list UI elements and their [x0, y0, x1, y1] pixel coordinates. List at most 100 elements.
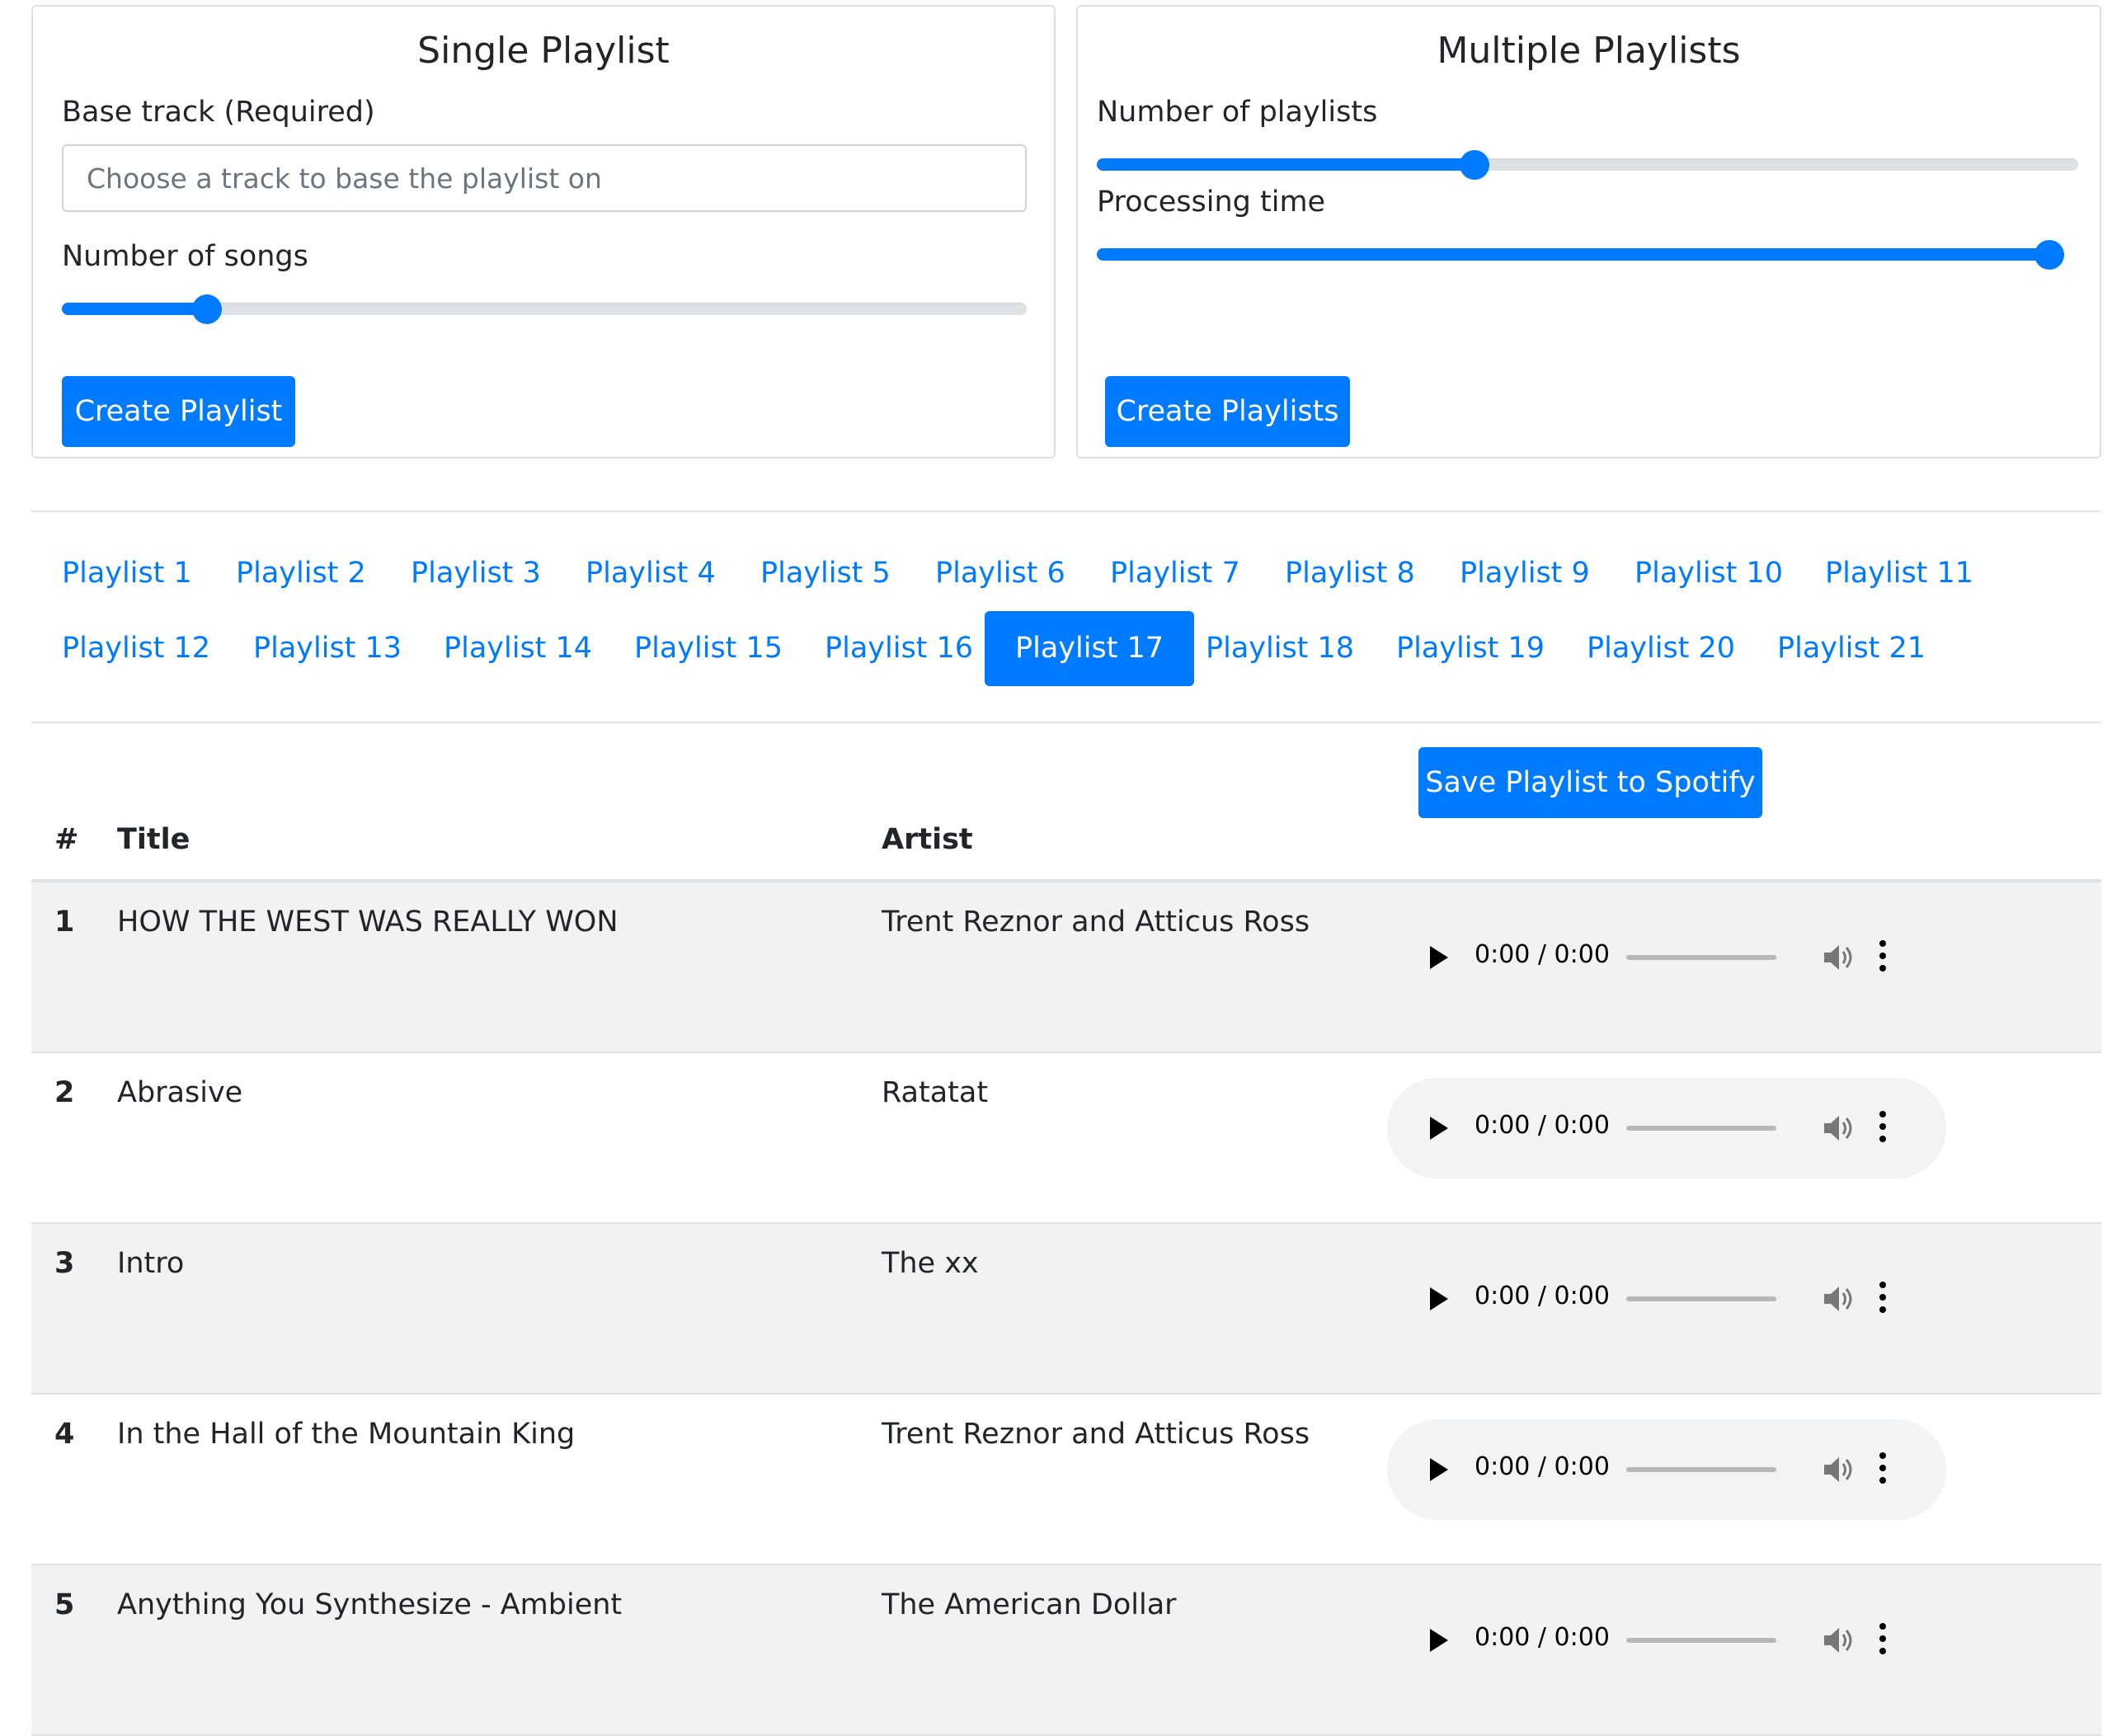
- tab-playlist-9[interactable]: Playlist 9: [1429, 536, 1620, 611]
- multiple-playlists-card: Multiple Playlists Number of playlists P…: [1076, 5, 2101, 459]
- volume-icon[interactable]: [1823, 1454, 1856, 1485]
- tab-playlist-18[interactable]: Playlist 18: [1175, 611, 1385, 686]
- row-player-cell: 0:00 / 0:00: [1387, 881, 2101, 1053]
- row-player-cell: 0:00 / 0:00: [1387, 1564, 2101, 1736]
- audio-time: 0:00 / 0:00: [1475, 1282, 1610, 1310]
- row-title: Anything You Synthesize - Ambient: [117, 1564, 882, 1736]
- row-number: 4: [31, 1394, 117, 1565]
- play-icon[interactable]: [1430, 1458, 1448, 1481]
- header-num: #: [31, 742, 117, 882]
- num-songs-slider[interactable]: [62, 293, 1027, 326]
- audio-player: 0:00 / 0:00: [1387, 1590, 1946, 1691]
- tab-playlist-5[interactable]: Playlist 5: [730, 536, 921, 611]
- audio-progress-bar[interactable]: [1626, 1638, 1776, 1643]
- table-header-row: # Title Artist: [31, 742, 2101, 882]
- tab-playlist-13[interactable]: Playlist 13: [223, 611, 432, 686]
- tab-playlist-19[interactable]: Playlist 19: [1366, 611, 1575, 686]
- tab-playlist-17[interactable]: Playlist 17: [985, 611, 1195, 686]
- volume-icon[interactable]: [1823, 1625, 1856, 1656]
- row-title: In the Hall of the Mountain King: [117, 1394, 882, 1565]
- play-icon[interactable]: [1430, 946, 1448, 969]
- tab-playlist-8[interactable]: Playlist 8: [1254, 536, 1446, 611]
- tab-playlist-11[interactable]: Playlist 11: [1794, 536, 2004, 611]
- processing-time-slider-thumb[interactable]: [2034, 240, 2064, 270]
- play-icon[interactable]: [1430, 1629, 1448, 1652]
- row-title: Intro: [117, 1223, 882, 1395]
- row-number: 1: [31, 881, 117, 1053]
- multiple-playlists-title: Multiple Playlists: [1437, 30, 1741, 72]
- tab-playlist-21[interactable]: Playlist 21: [1747, 611, 1956, 686]
- more-options-icon[interactable]: [1878, 1623, 1888, 1658]
- create-playlist-button[interactable]: Create Playlist: [62, 376, 295, 447]
- audio-time: 0:00 / 0:00: [1475, 1452, 1610, 1481]
- num-playlists-slider-thumb[interactable]: [1460, 150, 1489, 180]
- play-icon[interactable]: [1430, 1117, 1448, 1140]
- audio-player: 0:00 / 0:00: [1387, 1078, 1946, 1179]
- row-title: HOW THE WEST WAS REALLY WON: [117, 881, 882, 1053]
- row-artist: Trent Reznor and Atticus Ross: [882, 881, 1387, 1053]
- tab-playlist-20[interactable]: Playlist 20: [1556, 611, 1766, 686]
- row-artist: Trent Reznor and Atticus Ross: [882, 1394, 1387, 1565]
- num-playlists-slider-fill: [1097, 158, 1475, 171]
- divider-top: [31, 510, 2101, 512]
- create-playlists-button[interactable]: Create Playlists: [1105, 376, 1350, 447]
- row-number: 2: [31, 1052, 117, 1224]
- row-number: 3: [31, 1223, 117, 1395]
- base-track-label: Base track (Required): [62, 96, 375, 129]
- header-player: [1387, 742, 2101, 882]
- tab-playlist-1[interactable]: Playlist 1: [31, 536, 223, 611]
- processing-time-slider[interactable]: [1097, 238, 2064, 271]
- num-playlists-slider[interactable]: [1097, 148, 2078, 181]
- audio-player: 0:00 / 0:00: [1387, 1419, 1946, 1520]
- num-playlists-label: Number of playlists: [1097, 96, 1378, 129]
- audio-progress-bar[interactable]: [1626, 1126, 1776, 1131]
- tab-playlist-6[interactable]: Playlist 6: [905, 536, 1096, 611]
- tab-playlist-4[interactable]: Playlist 4: [555, 536, 746, 611]
- tab-playlist-15[interactable]: Playlist 15: [604, 611, 813, 686]
- audio-time: 0:00 / 0:00: [1475, 1623, 1610, 1652]
- processing-time-label: Processing time: [1097, 186, 1326, 219]
- table-row: 1 HOW THE WEST WAS REALLY WON Trent Reznor…: [31, 881, 2101, 1053]
- tab-playlist-14[interactable]: Playlist 14: [413, 611, 623, 686]
- row-player-cell: 0:00 / 0:00: [1387, 1394, 2101, 1565]
- more-options-icon[interactable]: [1878, 940, 1888, 975]
- row-number: 5: [31, 1564, 117, 1736]
- header-artist: Artist: [882, 742, 1387, 882]
- table-row: 4 In the Hall of the Mountain King Trent R…: [31, 1394, 2101, 1565]
- volume-icon[interactable]: [1823, 942, 1856, 973]
- num-songs-slider-thumb[interactable]: [192, 294, 222, 324]
- tab-playlist-10[interactable]: Playlist 10: [1604, 536, 1813, 611]
- single-playlist-card: Single Playlist Base track (Required) Nu…: [31, 5, 1056, 459]
- audio-progress-bar[interactable]: [1626, 955, 1776, 960]
- table-row: 2 Abrasive Ratatat 0:00 / 0:00: [31, 1052, 2101, 1224]
- tab-playlist-2[interactable]: Playlist 2: [205, 536, 397, 611]
- play-icon[interactable]: [1430, 1287, 1448, 1310]
- playlist-tabs: Playlist 1 Playlist 2 Playlist 3 Playlist 4…: [31, 536, 2101, 701]
- table-row: 5 Anything You Synthesize - Ambient The Am…: [31, 1564, 2101, 1736]
- songs-table: # Title Artist 1 HOW THE WEST WAS REALLY …: [31, 742, 2101, 1736]
- tab-playlist-16[interactable]: Playlist 16: [794, 611, 1004, 686]
- audio-progress-bar[interactable]: [1626, 1467, 1776, 1472]
- volume-icon[interactable]: [1823, 1283, 1856, 1315]
- audio-player: 0:00 / 0:00: [1387, 1249, 1946, 1349]
- volume-icon[interactable]: [1823, 1113, 1856, 1144]
- more-options-icon[interactable]: [1878, 1111, 1888, 1146]
- row-artist: Ratatat: [882, 1052, 1387, 1224]
- tab-playlist-12[interactable]: Playlist 12: [31, 611, 241, 686]
- row-title: Abrasive: [117, 1052, 882, 1224]
- row-artist: The American Dollar: [882, 1564, 1387, 1736]
- base-track-input[interactable]: [62, 144, 1027, 212]
- divider-bottom: [31, 722, 2101, 723]
- audio-time: 0:00 / 0:00: [1475, 1111, 1610, 1140]
- table-row: 3 Intro The xx 0:00 / 0:00: [31, 1223, 2101, 1395]
- more-options-icon[interactable]: [1878, 1452, 1888, 1487]
- num-songs-label: Number of songs: [62, 240, 308, 273]
- num-songs-slider-fill: [62, 303, 207, 315]
- more-options-icon[interactable]: [1878, 1282, 1888, 1316]
- tab-playlist-7[interactable]: Playlist 7: [1079, 536, 1271, 611]
- audio-progress-bar[interactable]: [1626, 1296, 1776, 1301]
- processing-time-slider-fill: [1097, 248, 2064, 261]
- header-title: Title: [117, 742, 882, 882]
- audio-player: 0:00 / 0:00: [1387, 907, 1946, 1008]
- tab-playlist-3[interactable]: Playlist 3: [380, 536, 571, 611]
